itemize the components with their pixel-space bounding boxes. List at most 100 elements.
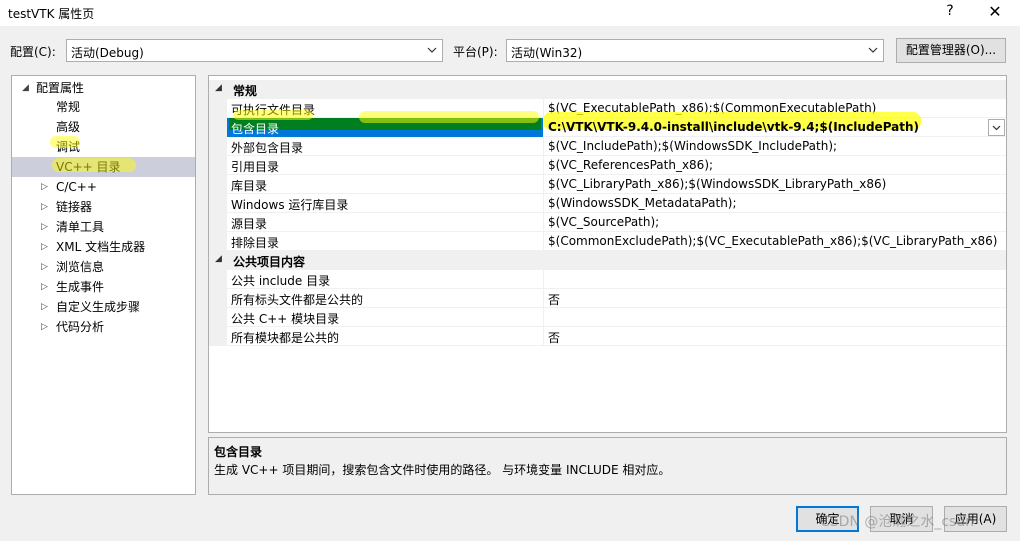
- tree-group-label: 浏览信息: [56, 260, 105, 274]
- tree-root-label: 配置属性: [36, 81, 85, 95]
- platform-label: 平台(P):: [453, 45, 498, 59]
- column-divider: [543, 232, 544, 251]
- description-title: 包含目录: [214, 445, 263, 459]
- expand-icon[interactable]: ▷: [41, 237, 51, 257]
- column-divider: [543, 308, 544, 327]
- tree-group-label: 链接器: [56, 200, 93, 214]
- category-public-project[interactable]: ◢ 公共项目内容: [209, 251, 1006, 270]
- column-divider: [543, 137, 544, 156]
- expand-icon[interactable]: ▷: [41, 277, 51, 297]
- tree-group-label: 清单工具: [56, 220, 105, 234]
- close-icon[interactable]: ✕: [984, 2, 1006, 21]
- marker-highlight: [50, 136, 80, 148]
- property-row[interactable]: 所有模块都是公共的 否: [209, 327, 1006, 346]
- marker-highlight: [52, 158, 136, 172]
- chevron-down-icon: [868, 47, 878, 53]
- column-divider: [543, 175, 544, 194]
- tree-group-label: 生成事件: [56, 280, 105, 294]
- property-row[interactable]: 公共 C++ 模块目录: [209, 308, 1006, 327]
- expand-icon[interactable]: ▷: [41, 297, 51, 317]
- expand-icon[interactable]: ▷: [41, 257, 51, 277]
- property-tree: ◢ 配置属性 常规 高级 调试 VC++ 目录 ▷ C/C++ ▷ 链接器 ▷ …: [11, 75, 196, 495]
- help-icon[interactable]: ?: [940, 3, 960, 19]
- expand-icon[interactable]: ▷: [41, 217, 51, 237]
- property-name: 公共 include 目录: [231, 274, 331, 288]
- category-general[interactable]: ◢ 常规: [209, 80, 1006, 99]
- tree-group-linker[interactable]: ▷ 链接器: [12, 197, 195, 217]
- row-gutter: [209, 118, 227, 137]
- description-text: 生成 VC++ 项目期间，搜索包含文件时使用的路径。 与环境变量 INCLUDE…: [214, 463, 671, 477]
- value-dropdown-button[interactable]: [988, 119, 1005, 136]
- tree-item-label: 常规: [56, 100, 81, 114]
- tree-group-label: XML 文档生成器: [56, 240, 146, 254]
- tree-group-label: 代码分析: [56, 320, 105, 334]
- description-panel: 包含目录 生成 VC++ 项目期间，搜索包含文件时使用的路径。 与环境变量 IN…: [208, 437, 1007, 495]
- property-row[interactable]: 排除目录 $(CommonExcludePath);$(VC_Executabl…: [209, 232, 1006, 251]
- property-name: 包含目录: [231, 122, 280, 136]
- row-gutter: [209, 175, 227, 194]
- row-gutter: [209, 270, 227, 289]
- property-row[interactable]: 源目录 $(VC_SourcePath);: [209, 213, 1006, 232]
- property-name: 引用目录: [231, 160, 280, 174]
- property-value: $(VC_SourcePath);: [548, 215, 660, 229]
- watermark: CSDN @沧瀚之水_csdn: [820, 514, 975, 530]
- config-select[interactable]: 活动(Debug): [66, 39, 443, 62]
- property-row[interactable]: 引用目录 $(VC_ReferencesPath_x86);: [209, 156, 1006, 175]
- expand-icon[interactable]: ▷: [41, 197, 51, 217]
- property-value: $(VC_LibraryPath_x86);$(WindowsSDK_Libra…: [548, 177, 887, 191]
- tree-group-xml-doc[interactable]: ▷ XML 文档生成器: [12, 237, 195, 257]
- tree-item-advanced[interactable]: 高级: [12, 117, 195, 137]
- collapse-icon[interactable]: ◢: [215, 83, 222, 93]
- tree-group-browse[interactable]: ▷ 浏览信息: [12, 257, 195, 277]
- tree-group-label: C/C++: [56, 180, 97, 194]
- chevron-down-icon: [427, 47, 437, 53]
- tree-item-general[interactable]: 常规: [12, 97, 195, 117]
- config-manager-button[interactable]: 配置管理器(O)...: [896, 38, 1006, 63]
- property-value[interactable]: C:\VTK\VTK-9.4.0-install\include\vtk-9.4…: [548, 120, 919, 134]
- tree-group-custom-build[interactable]: ▷ 自定义生成步骤: [12, 297, 195, 317]
- tree-group-code-analysis[interactable]: ▷ 代码分析: [12, 317, 195, 337]
- window-title: testVTK 属性页: [8, 7, 95, 21]
- marker-highlight: [233, 110, 313, 120]
- property-value: $(WindowsSDK_MetadataPath);: [548, 196, 737, 210]
- property-row[interactable]: 库目录 $(VC_LibraryPath_x86);$(WindowsSDK_L…: [209, 175, 1006, 194]
- property-row[interactable]: 所有标头文件都是公共的 否: [209, 289, 1006, 308]
- property-value: 否: [548, 293, 561, 307]
- expand-icon[interactable]: ▷: [41, 177, 51, 197]
- property-value: 否: [548, 331, 561, 345]
- platform-select[interactable]: 活动(Win32): [506, 39, 884, 62]
- property-name: 公共 C++ 模块目录: [231, 312, 340, 326]
- tree-group-manifest[interactable]: ▷ 清单工具: [12, 217, 195, 237]
- property-row[interactable]: 外部包含目录 $(VC_IncludePath);$(WindowsSDK_In…: [209, 137, 1006, 156]
- property-name: 外部包含目录: [231, 141, 304, 155]
- column-divider: [543, 118, 544, 137]
- row-gutter: [209, 308, 227, 327]
- column-divider: [543, 327, 544, 346]
- property-row[interactable]: Windows 运行库目录 $(WindowsSDK_MetadataPath)…: [209, 194, 1006, 213]
- property-value: $(CommonExcludePath);$(VC_ExecutablePath…: [548, 234, 998, 248]
- tree-item-debugging[interactable]: 调试: [12, 137, 195, 157]
- column-divider: [543, 194, 544, 213]
- collapse-icon[interactable]: ◢: [215, 254, 222, 264]
- property-row[interactable]: 公共 include 目录: [209, 270, 1006, 289]
- row-gutter: [209, 289, 227, 308]
- column-divider: [543, 289, 544, 308]
- title-bar: testVTK 属性页 ? ✕: [0, 0, 1020, 26]
- expand-icon[interactable]: ▷: [41, 317, 51, 337]
- tree-group-cpp[interactable]: ▷ C/C++: [12, 177, 195, 197]
- property-name: Windows 运行库目录: [231, 198, 349, 212]
- tree-root[interactable]: ◢ 配置属性: [12, 78, 195, 98]
- tree-group-build-events[interactable]: ▷ 生成事件: [12, 277, 195, 297]
- property-name: 排除目录: [231, 236, 280, 250]
- property-name: 库目录: [231, 179, 268, 193]
- config-label: 配置(C):: [10, 45, 56, 59]
- property-row-include-dirs[interactable]: 包含目录 C:\VTK\VTK-9.4.0-install\include\vt…: [209, 110, 1006, 137]
- tree-group-label: 自定义生成步骤: [56, 300, 141, 314]
- category-label: 常规: [233, 84, 258, 98]
- row-gutter: [209, 194, 227, 213]
- property-value: $(VC_IncludePath);$(WindowsSDK_IncludePa…: [548, 139, 838, 153]
- row-gutter: [209, 137, 227, 156]
- property-grid: ◢ 常规 可执行文件目录 $(VC_ExecutablePath_x86);$(…: [208, 75, 1007, 433]
- category-label: 公共项目内容: [233, 255, 306, 269]
- collapse-icon[interactable]: ◢: [22, 78, 32, 98]
